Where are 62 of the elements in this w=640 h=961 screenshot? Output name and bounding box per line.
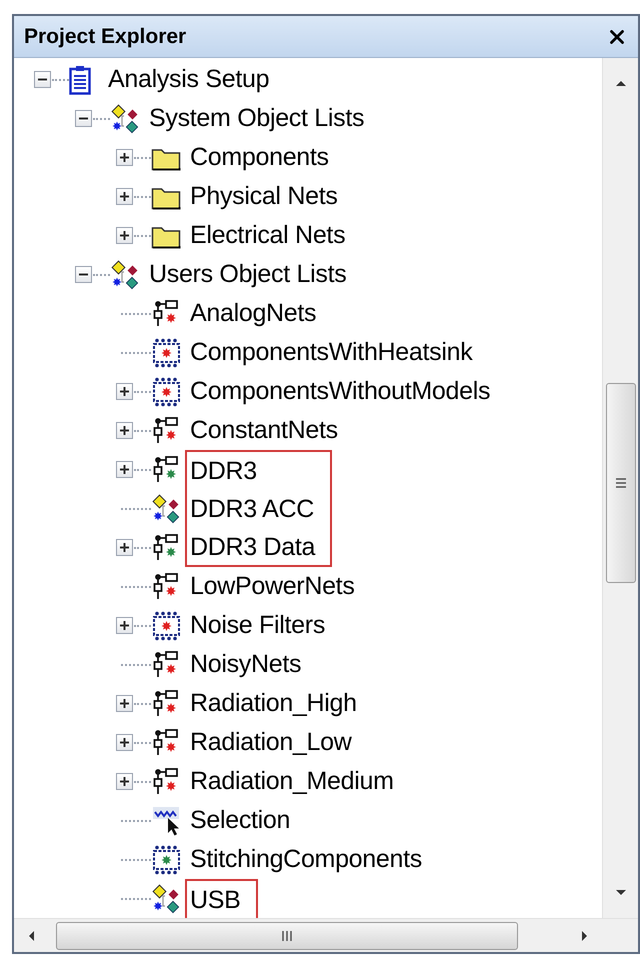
tree-item-label[interactable]: AnalogNets bbox=[187, 299, 320, 327]
grip-icon bbox=[614, 477, 626, 489]
panel-title: Project Explorer bbox=[24, 24, 186, 50]
tree-item-label[interactable]: System Object Lists bbox=[146, 104, 368, 132]
collapse-toggle[interactable] bbox=[34, 71, 51, 88]
expand-toggle[interactable] bbox=[116, 617, 133, 634]
tree-item-label[interactable]: DDR3 ACC bbox=[187, 494, 318, 524]
expand-toggle[interactable] bbox=[116, 422, 133, 439]
expand-toggle[interactable] bbox=[116, 461, 133, 478]
expand-toggle[interactable] bbox=[116, 149, 133, 166]
scroll-right-icon[interactable] bbox=[580, 928, 590, 942]
component-icon bbox=[151, 844, 183, 874]
tree-item-label[interactable]: Noise Filters bbox=[187, 611, 328, 639]
scrollbar-thumb[interactable] bbox=[606, 383, 636, 583]
grip-icon bbox=[281, 930, 293, 942]
tree-item-label[interactable]: USB bbox=[187, 884, 244, 914]
plus-icon bbox=[119, 386, 130, 397]
scroll-down-icon[interactable] bbox=[614, 888, 628, 898]
expand-toggle[interactable] bbox=[116, 188, 133, 205]
expand-toggle[interactable] bbox=[116, 227, 133, 244]
plus-icon bbox=[119, 230, 130, 241]
tree-item-label[interactable]: StitchingComponents bbox=[187, 845, 425, 873]
expand-toggle[interactable] bbox=[116, 734, 133, 751]
tree-item-label[interactable]: DDR3 bbox=[187, 456, 260, 486]
plus-icon bbox=[119, 152, 130, 163]
tree-item-label[interactable]: Radiation_Medium bbox=[187, 767, 397, 795]
expand-toggle[interactable] bbox=[116, 773, 133, 790]
collapse-toggle[interactable] bbox=[75, 266, 92, 283]
tree-item-label[interactable]: DDR3 Data bbox=[187, 532, 318, 562]
tree-item-label[interactable]: LowPowerNets bbox=[187, 572, 358, 600]
plus-icon bbox=[119, 620, 130, 631]
tree-item-label[interactable]: Selection bbox=[187, 806, 294, 834]
scrollbar-thumb[interactable] bbox=[56, 922, 518, 950]
component-icon bbox=[151, 376, 183, 406]
tree-item-label[interactable]: Electrical Nets bbox=[187, 221, 348, 249]
tree-item-label[interactable]: ConstantNets bbox=[187, 416, 341, 444]
plus-icon bbox=[119, 542, 130, 553]
tree-item-label[interactable]: Components bbox=[187, 143, 332, 171]
tree-item-label[interactable]: NoisyNets bbox=[187, 650, 304, 678]
tree-item-label[interactable]: Radiation_High bbox=[187, 689, 360, 717]
plus-icon bbox=[119, 698, 130, 709]
scroll-up-icon[interactable] bbox=[614, 78, 628, 88]
expand-toggle[interactable] bbox=[116, 695, 133, 712]
plus-icon bbox=[119, 737, 130, 748]
plus-icon bbox=[119, 464, 130, 475]
plus-icon bbox=[119, 191, 130, 202]
plus-icon bbox=[119, 776, 130, 787]
collapse-toggle[interactable] bbox=[75, 110, 92, 127]
clipboard-icon bbox=[69, 64, 91, 94]
expand-toggle[interactable] bbox=[116, 383, 133, 400]
horizontal-scrollbar[interactable] bbox=[14, 918, 638, 952]
tree-item-label[interactable]: Radiation_Low bbox=[187, 728, 354, 756]
vertical-scrollbar[interactable] bbox=[602, 58, 638, 918]
tree-item-label[interactable]: Analysis Setup bbox=[105, 65, 272, 93]
component-icon bbox=[151, 338, 183, 368]
plus-icon bbox=[119, 425, 130, 436]
tree-item-label[interactable]: ComponentsWithHeatsink bbox=[187, 338, 476, 366]
tree-item-label[interactable]: Users Object Lists bbox=[146, 260, 350, 288]
component-icon bbox=[151, 610, 183, 640]
expand-toggle[interactable] bbox=[116, 539, 133, 556]
tree-item-label[interactable]: Physical Nets bbox=[187, 182, 341, 210]
tree-item-label[interactable]: ComponentsWithoutModels bbox=[187, 377, 494, 405]
